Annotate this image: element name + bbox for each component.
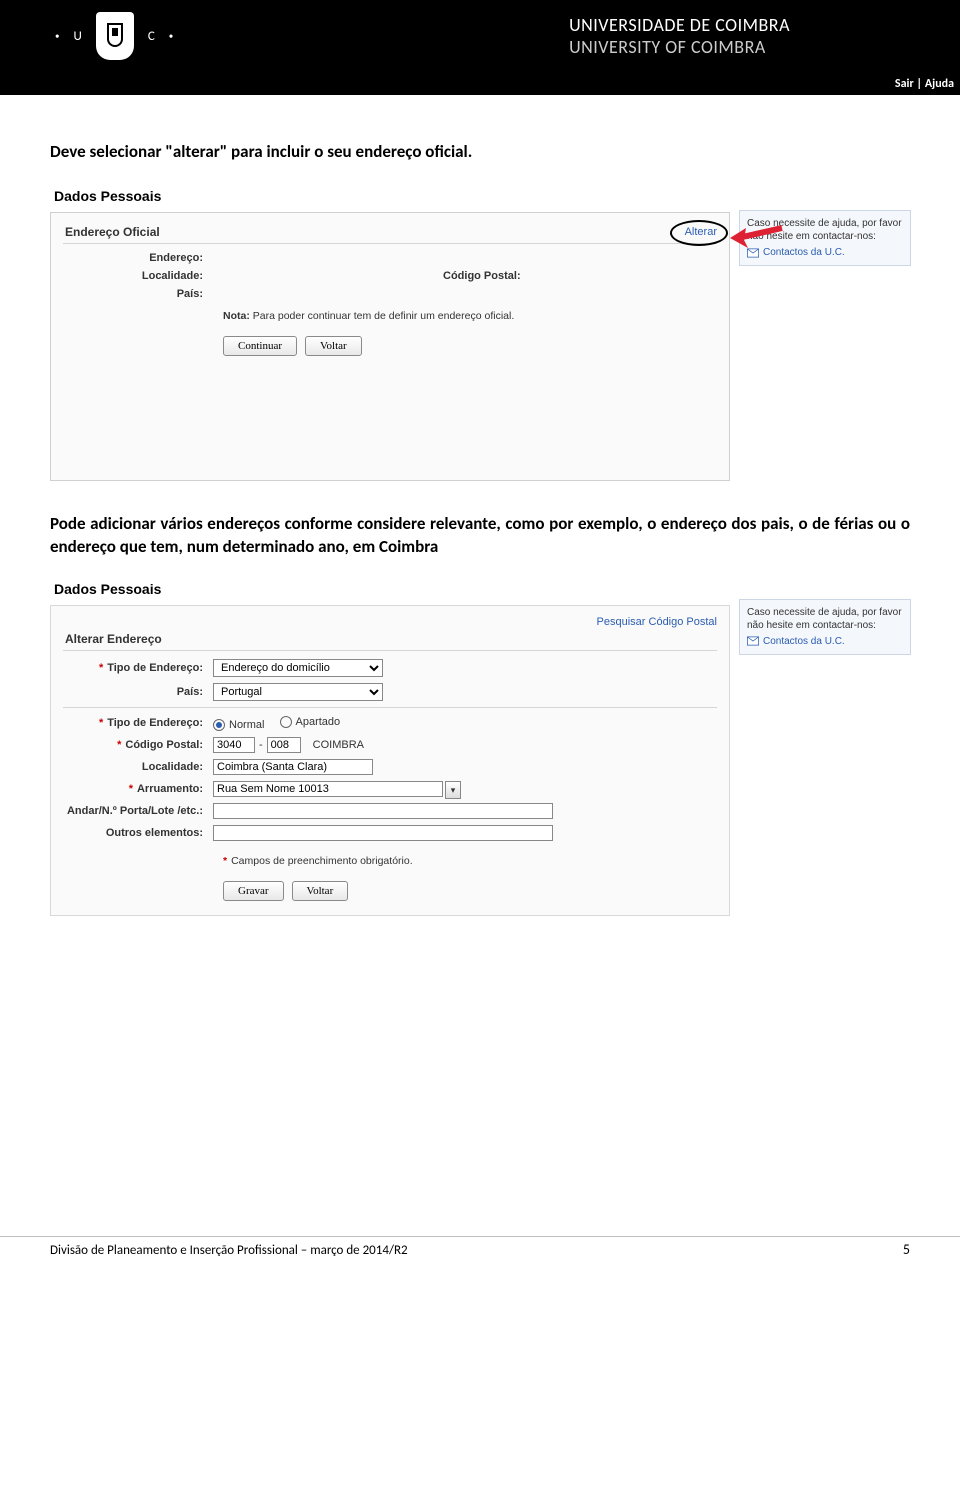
voltar-button-2[interactable]: Voltar (292, 881, 349, 901)
panel2-section-title: Alterar Endereço (65, 632, 717, 646)
label-pais: País: (63, 288, 213, 300)
label-codigo-postal: Código Postal: (443, 270, 521, 282)
annotation-arrow-icon (728, 224, 784, 252)
header-bar: • U C • UNIVERSIDADE DE COIMBRA UNIVERSI… (0, 0, 960, 75)
header-letter-u: U (73, 29, 81, 44)
pais-select[interactable]: Portugal (213, 683, 383, 701)
label-localidade-2: Localidade: (63, 761, 213, 773)
help-text-2: Caso necessite de ajuda, por favor não h… (747, 607, 902, 631)
instruction-2: Pode adicionar vários endereços conforme… (50, 513, 910, 559)
cp-city: COIMBRA (313, 739, 364, 751)
header-letter-c: C (148, 29, 155, 44)
andar-input[interactable] (213, 803, 553, 819)
page-footer: Divisão de Planeamento e Inserção Profis… (0, 1236, 960, 1268)
label-localidade: Localidade: (63, 270, 213, 282)
panel2-form: Pesquisar Código Postal Alterar Endereço… (50, 605, 730, 916)
help-contact-text-2: Contactos da U.C. (763, 635, 845, 648)
search-postal-code-link[interactable]: Pesquisar Código Postal (63, 616, 717, 628)
footer-text: Divisão de Planeamento e Inserção Profis… (50, 1243, 408, 1258)
university-name-en: UNIVERSITY OF COIMBRA (569, 36, 790, 58)
logout-link[interactable]: Sair (895, 77, 914, 91)
label-arruamento: Arruamento: (137, 783, 203, 795)
help-box-2: Caso necessite de ajuda, por favor não h… (739, 599, 911, 655)
cp1-input[interactable] (213, 737, 255, 753)
label-endereco: Endereço: (63, 252, 213, 264)
label-tipo-endereco-2: Tipo de Endereço: (107, 717, 203, 729)
arruamento-input[interactable] (213, 781, 443, 797)
panel1-form: Endereço Oficial Alterar Endereço: Local… (50, 212, 730, 481)
panel1-note: Nota: Para poder continuar tem de defini… (223, 310, 717, 322)
university-name-pt: UNIVERSIDADE DE COIMBRA (569, 14, 790, 36)
cp2-input[interactable] (267, 737, 301, 753)
screenshot-panel-2: Dados Pessoais Caso necessite de ajuda, … (50, 577, 905, 916)
label-codigo-postal-2: Código Postal: (125, 739, 203, 751)
separator: | (914, 77, 925, 91)
label-outros: Outros elementos: (63, 827, 213, 839)
continuar-button[interactable]: Continuar (223, 336, 297, 356)
label-andar: Andar/N.º Porta/Lote /etc.: (63, 805, 213, 817)
radio-apartado-label: Apartado (296, 716, 341, 728)
panel1-title: Dados Pessoais (50, 184, 905, 212)
localidade-input[interactable] (213, 759, 373, 775)
university-name: UNIVERSIDADE DE COIMBRA UNIVERSITY OF CO… (569, 14, 790, 58)
voltar-button-1[interactable]: Voltar (305, 336, 362, 356)
label-tipo-endereco: Tipo de Endereço: (107, 662, 203, 674)
required-note: Campos de preenchimento obrigatório. (231, 855, 413, 867)
cp-dash: - (259, 739, 263, 751)
help-link[interactable]: Ajuda (925, 77, 954, 91)
outros-input[interactable] (213, 825, 553, 841)
gravar-button[interactable]: Gravar (223, 881, 284, 901)
note-label: Nota: (223, 310, 250, 322)
radio-normal-label: Normal (229, 719, 264, 731)
dot-icon: • (169, 31, 173, 42)
dot-icon: • (55, 31, 59, 42)
help-contact-link-2[interactable]: Contactos da U.C. (747, 635, 903, 648)
arruamento-dropdown-icon[interactable]: ▾ (445, 781, 461, 799)
radio-normal[interactable]: Normal (213, 719, 264, 731)
instruction-1: Deve selecionar "alterar" para incluir o… (50, 141, 910, 162)
tipo-endereco-select[interactable]: Endereço do domicílio (213, 659, 383, 677)
uc-crest-icon (96, 12, 134, 60)
screenshot-panel-1: Dados Pessoais Caso necessite de ajuda, … (50, 184, 905, 481)
annotation-circle (670, 220, 728, 246)
mail-icon (747, 636, 759, 646)
header-logo-cluster: • U C • (55, 12, 173, 60)
top-links: Sair | Ajuda (0, 75, 960, 95)
page-number: 5 (903, 1241, 910, 1258)
panel1-section-title: Endereço Oficial (65, 225, 160, 239)
value-localidade (213, 270, 413, 282)
radio-apartado[interactable]: Apartado (280, 716, 341, 728)
note-text: Para poder continuar tem de definir um e… (250, 310, 514, 322)
label-pais-2: País: (63, 686, 213, 698)
